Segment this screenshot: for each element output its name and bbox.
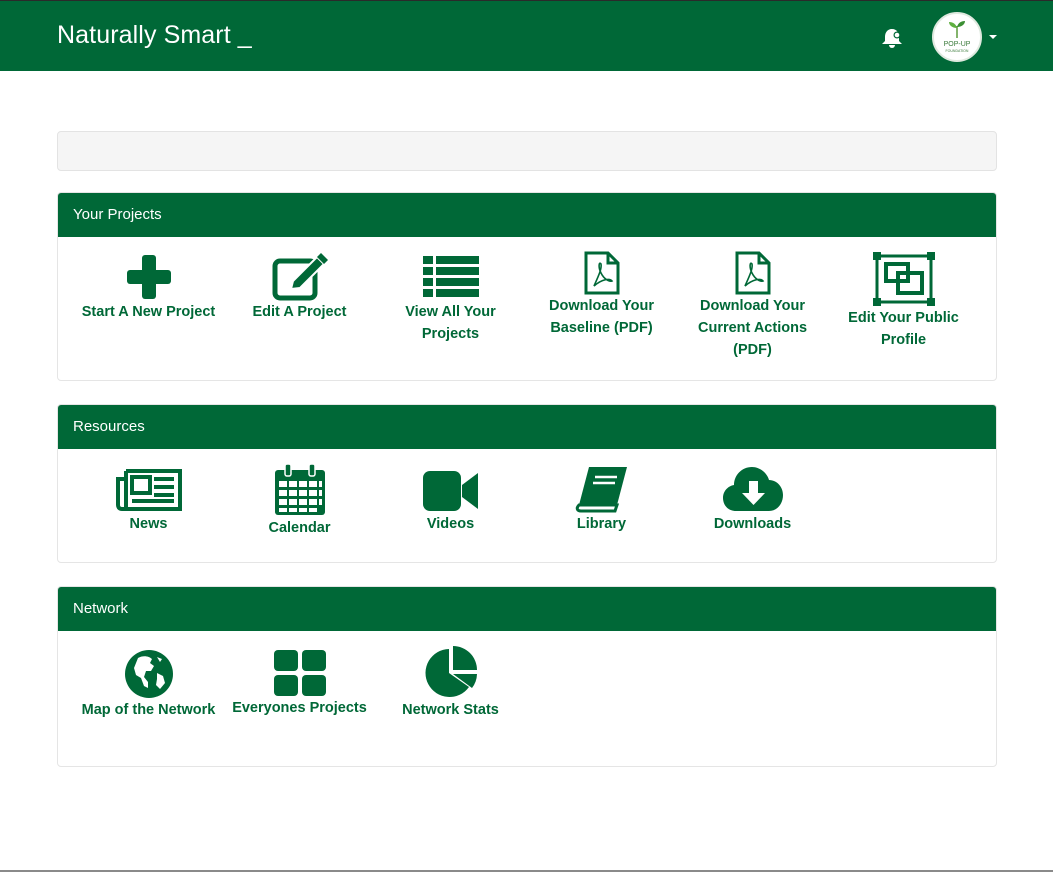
tile-label: Start A New Project xyxy=(81,304,216,320)
tile-label: Download Your Current Actions (PDF) xyxy=(697,298,808,358)
download-current-actions-pdf-button[interactable]: Download Your Current Actions (PDF) xyxy=(677,251,828,361)
tile-label: Videos xyxy=(426,516,475,532)
tile-label: Library xyxy=(576,516,627,532)
start-new-project-button[interactable]: Start A New Project xyxy=(73,253,224,323)
app-title[interactable]: Naturally Smart _ xyxy=(57,21,252,50)
plus-icon xyxy=(126,255,171,299)
user-menu-caret-icon[interactable] xyxy=(989,35,997,39)
notification-bell-icon[interactable] xyxy=(880,27,904,49)
panel-title: Network xyxy=(58,587,996,631)
edit-public-profile-button[interactable]: Edit Your Public Profile xyxy=(828,251,979,351)
tile-label: View All Your Projects xyxy=(405,304,496,342)
list-icon xyxy=(422,256,479,297)
library-button[interactable]: Library xyxy=(526,465,677,535)
grid-icon xyxy=(273,650,326,696)
tile-label: Download Your Baseline (PDF) xyxy=(549,298,654,336)
notice-bar xyxy=(57,131,997,171)
pie-chart-icon xyxy=(425,646,477,697)
news-button[interactable]: News xyxy=(73,465,224,535)
video-camera-icon xyxy=(422,471,478,511)
tile-label: Network Stats xyxy=(402,702,499,718)
user-avatar[interactable]: POP-UP FOUNDATION xyxy=(932,12,982,62)
calendar-icon xyxy=(274,463,325,515)
tile-label: Downloads xyxy=(713,516,792,532)
pdf-icon xyxy=(735,251,770,295)
globe-icon xyxy=(124,650,173,698)
cloud-download-icon xyxy=(722,467,783,511)
tile-label: News xyxy=(129,516,168,532)
tile-label: Edit Your Public Profile xyxy=(848,310,959,348)
tile-label: Map of the Network xyxy=(81,702,216,718)
tile-label: Edit A Project xyxy=(252,304,347,320)
object-group-icon xyxy=(872,252,935,306)
edit-project-button[interactable]: Edit A Project xyxy=(224,253,375,323)
book-icon xyxy=(575,467,627,513)
videos-button[interactable]: Videos xyxy=(375,469,526,535)
tile-label: Everyones Projects xyxy=(232,700,367,716)
panel-network: Network Map of the Network Everyones Pro… xyxy=(57,586,997,767)
avatar-logo-text: POP-UP xyxy=(943,41,971,48)
newspaper-icon xyxy=(115,469,182,511)
calendar-button[interactable]: Calendar xyxy=(224,463,375,539)
everyones-projects-button[interactable]: Everyones Projects xyxy=(224,649,375,719)
panel-resources: Resources News Calendar Videos Library D… xyxy=(57,404,997,563)
network-stats-button[interactable]: Network Stats xyxy=(375,645,526,721)
panel-title: Resources xyxy=(58,405,996,449)
leaf-logo-icon xyxy=(949,21,965,38)
downloads-button[interactable]: Downloads xyxy=(677,465,828,535)
download-baseline-pdf-button[interactable]: Download Your Baseline (PDF) xyxy=(526,251,677,339)
avatar-logo-subtext: FOUNDATION xyxy=(945,49,969,53)
edit-icon xyxy=(272,253,328,301)
panel-your-projects: Your Projects Start A New Project Edit A… xyxy=(57,192,997,381)
panel-title: Your Projects xyxy=(58,193,996,237)
view-all-projects-button[interactable]: View All Your Projects xyxy=(375,253,526,345)
pdf-icon xyxy=(584,251,619,295)
tile-label: Calendar xyxy=(268,520,331,536)
top-navbar: Naturally Smart _ POP-UP FOUNDATION xyxy=(0,1,1053,71)
map-of-network-button[interactable]: Map of the Network xyxy=(73,649,224,721)
